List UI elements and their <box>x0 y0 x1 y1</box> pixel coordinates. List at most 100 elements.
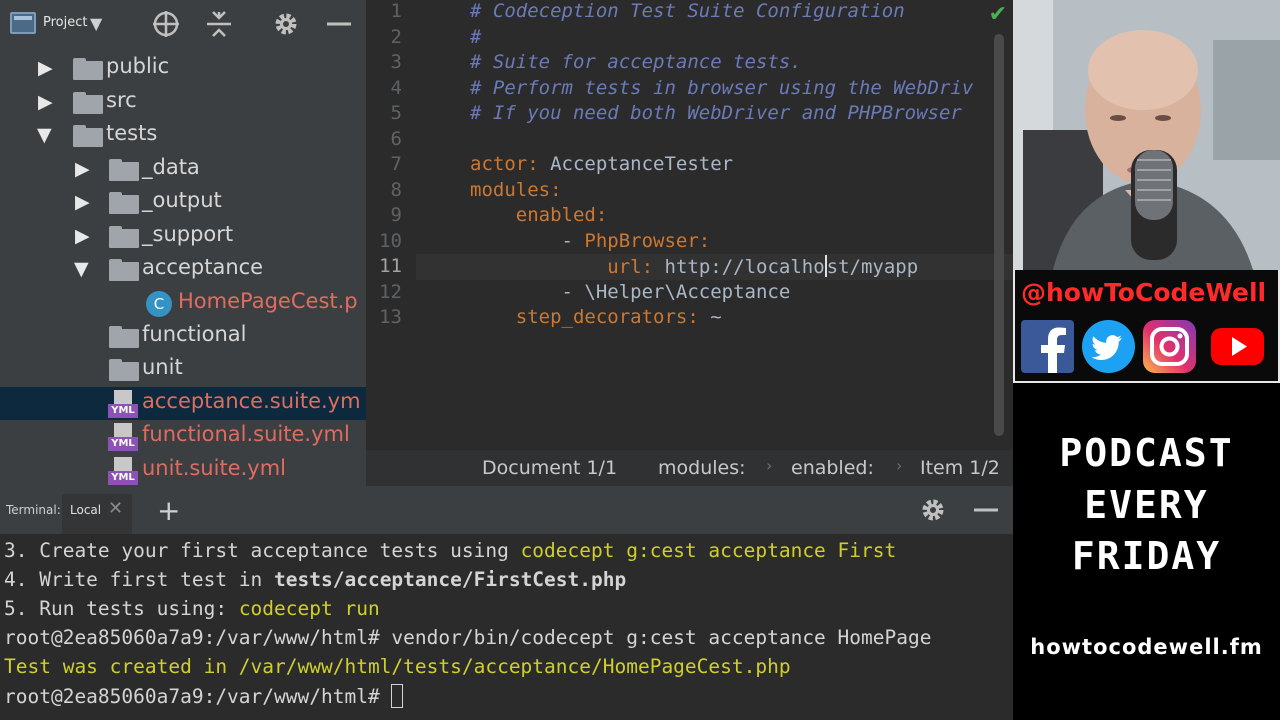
presenter-video <box>1013 0 1280 270</box>
line-number: 11 <box>379 255 402 277</box>
breadcrumb-enabled[interactable]: enabled: <box>791 457 874 479</box>
expand-arrow-icon[interactable]: ▶ <box>75 191 90 213</box>
yaml-separator: : <box>641 256 665 278</box>
tree-item-functional[interactable]: functional <box>0 320 366 353</box>
terminal-success: Test was created in /var/www/html/tests/… <box>4 655 791 678</box>
breadcrumb-modules[interactable]: modules: <box>658 457 746 479</box>
terminal-path: tests/acceptance/FirstCest.php <box>274 568 627 591</box>
yaml-key: step_decorators <box>515 306 688 328</box>
youtube-icon[interactable] <box>1211 320 1264 373</box>
code-line-5[interactable]: # If you need both WebDriver and PHPBrow… <box>470 102 962 124</box>
tree-item-label: functional <box>142 322 247 346</box>
tree-item-public[interactable]: ▶ public <box>0 52 366 85</box>
project-view-icon[interactable] <box>10 12 36 34</box>
code-line-10[interactable]: - PhpBrowser: <box>470 230 711 252</box>
yaml-key: modules <box>470 179 551 201</box>
code-line-8[interactable]: modules: <box>470 179 562 201</box>
hide-panel-icon[interactable] <box>323 8 355 40</box>
code-line-3[interactable]: # Suite for acceptance tests. <box>470 51 802 73</box>
tree-item-acceptance-suite-yml[interactable]: YML acceptance.suite.ym <box>0 387 366 420</box>
tree-item-functional-suite-yml[interactable]: YML functional.suite.yml <box>0 420 366 453</box>
breadcrumb-document[interactable]: Document 1/1 <box>482 457 617 479</box>
tree-item-output[interactable]: ▶ _output <box>0 186 366 219</box>
code-line-11[interactable]: url: http://localho st/myapp <box>470 255 918 278</box>
folder-icon <box>73 58 103 80</box>
chevron-right-icon: › <box>896 456 903 475</box>
yaml-key: url <box>607 256 642 278</box>
close-icon[interactable]: ✕ <box>108 498 123 519</box>
collapse-arrow-icon[interactable]: ▼ <box>74 258 89 280</box>
yaml-value: \Helper\Acceptance <box>584 281 791 303</box>
chevron-down-icon[interactable]: ▼ <box>90 14 102 33</box>
code-line-1[interactable]: # Codeception Test Suite Configuration <box>470 0 905 22</box>
breadcrumb: Document 1/1 modules: › enabled: › Item … <box>366 450 1013 486</box>
yaml-value: http://localho <box>664 256 825 278</box>
tree-item-support[interactable]: ▶ _support <box>0 220 366 253</box>
podcast-line: EVERY <box>1084 483 1209 527</box>
code-editor[interactable]: ✔ 1 2 3 4 5 6 7 8 9 10 11 12 13 # Codece… <box>366 0 1013 486</box>
line-number: 3 <box>390 51 402 73</box>
yaml-dash: - <box>561 281 585 303</box>
code-line-2[interactable]: # <box>470 26 481 48</box>
collapse-arrow-icon[interactable]: ▼ <box>37 124 52 146</box>
yaml-key: enabled <box>515 204 596 226</box>
line-number: 2 <box>390 26 402 48</box>
tree-item-unit-suite-yml[interactable]: YML unit.suite.yml <box>0 454 366 486</box>
podcast-url: howtocodewell.fm <box>1030 635 1263 659</box>
tab-local[interactable]: Local ✕ <box>62 494 132 534</box>
yaml-value: AcceptanceTester <box>550 153 734 175</box>
code-line-12[interactable]: - \Helper\Acceptance <box>470 281 791 303</box>
terminal-output[interactable]: 3. Create your first acceptance tests us… <box>0 534 1013 720</box>
locate-file-icon[interactable] <box>150 8 182 40</box>
folder-icon <box>73 92 103 114</box>
tree-item-label: src <box>106 88 137 112</box>
expand-arrow-icon[interactable]: ▶ <box>38 57 53 79</box>
social-handle: @howToCodeWell <box>1021 278 1267 307</box>
terminal-text: 5. Run tests using: <box>4 597 239 620</box>
expand-arrow-icon[interactable]: ▶ <box>75 158 90 180</box>
code-line-7[interactable]: actor: AcceptanceTester <box>470 153 733 175</box>
breadcrumb-item[interactable]: Item 1/2 <box>920 457 1000 479</box>
yaml-comment: # Codeception Test Suite Configuration <box>470 0 905 22</box>
tree-item-label: _output <box>142 188 222 212</box>
tree-item-acceptance[interactable]: ▼ acceptance <box>0 253 366 286</box>
new-session-button[interactable]: + <box>157 494 180 527</box>
tab-label: Local <box>70 503 102 517</box>
instagram-icon[interactable] <box>1143 320 1196 373</box>
gear-icon[interactable] <box>270 8 302 40</box>
tree-item-data[interactable]: ▶ _data <box>0 153 366 186</box>
code-line-13[interactable]: step_decorators: ~ <box>470 306 722 328</box>
terminal-prompt-line[interactable]: root@2ea85060a7a9:/var/www/html# <box>4 684 404 708</box>
editor-scrollbar[interactable] <box>994 34 1004 436</box>
terminal-line: 3. Create your first acceptance tests us… <box>4 539 896 562</box>
facebook-icon[interactable] <box>1021 320 1074 373</box>
line-number: 7 <box>390 153 402 175</box>
tree-item-homepagecest[interactable]: C HomePageCest.p <box>0 287 366 320</box>
folder-icon <box>109 226 139 248</box>
tree-item-label: unit.suite.yml <box>142 456 286 480</box>
line-number: 1 <box>390 0 402 22</box>
line-number: 13 <box>379 306 402 328</box>
line-number: 12 <box>379 281 402 303</box>
terminal-text: root@2ea85060a7a9:/var/www/html# vendor/… <box>4 626 932 649</box>
twitter-icon[interactable] <box>1082 320 1135 373</box>
collapse-all-icon[interactable] <box>203 8 235 40</box>
code-line-4[interactable]: # Perform tests in browser using the Web… <box>470 77 973 99</box>
expand-arrow-icon[interactable]: ▶ <box>38 91 53 113</box>
line-number: 10 <box>379 230 402 252</box>
tree-item-unit[interactable]: unit <box>0 353 366 386</box>
gear-icon[interactable] <box>917 494 949 526</box>
hide-panel-icon[interactable] <box>970 494 1002 526</box>
tree-item-tests[interactable]: ▼ tests <box>0 119 366 152</box>
tree-item-label: _data <box>142 155 200 179</box>
terminal-line: Test was created in /var/www/html/tests/… <box>4 655 791 678</box>
project-view-selector[interactable]: Project <box>43 15 87 30</box>
expand-arrow-icon[interactable]: ▶ <box>75 225 90 247</box>
terminal-line: 5. Run tests using: codecept run <box>4 597 380 620</box>
tree-item-label: functional.suite.yml <box>142 422 350 446</box>
yml-file-icon: YML <box>108 457 138 486</box>
tree-item-src[interactable]: ▶ src <box>0 86 366 119</box>
yml-file-icon: YML <box>108 423 138 452</box>
code-line-9[interactable]: enabled: <box>470 204 608 226</box>
